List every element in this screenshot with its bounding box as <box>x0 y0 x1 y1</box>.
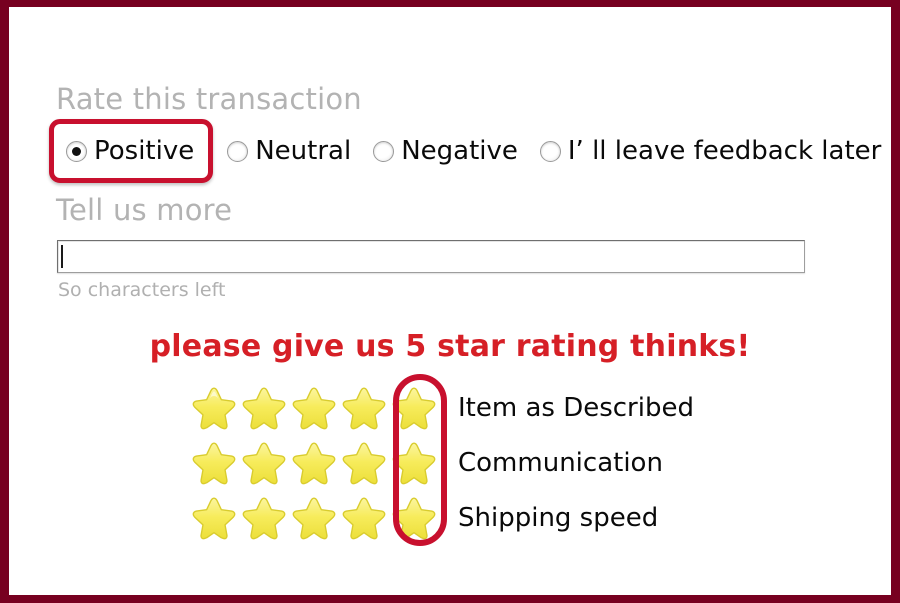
star-cells[interactable] <box>189 490 439 545</box>
radio-leave-feedback-later-icon[interactable] <box>539 140 561 162</box>
radio-option-positive[interactable]: Positive <box>66 128 194 174</box>
rating-radio-group[interactable]: Positive Neutral Negative I’ ll leave fe… <box>49 119 882 183</box>
star-cells[interactable] <box>189 435 439 490</box>
star-row-item-as-described[interactable]: Item as Described <box>189 380 694 435</box>
star-4[interactable] <box>339 435 389 490</box>
star-4[interactable] <box>339 380 389 435</box>
star-row-communication[interactable]: Communication <box>189 435 663 490</box>
star-ratings-group: Item as Described Communication Shipping… <box>189 374 729 546</box>
radio-negative-label: Negative <box>401 136 518 166</box>
radio-option-leave-feedback-later[interactable]: I’ ll leave feedback later <box>539 128 882 174</box>
feedback-text-input[interactable] <box>57 240 805 273</box>
rate-transaction-heading: Rate this transaction <box>56 82 362 116</box>
text-caret <box>61 245 63 268</box>
star-2[interactable] <box>239 380 289 435</box>
star-2[interactable] <box>239 490 289 545</box>
form-canvas: Rate this transaction Positive Neutral N… <box>9 7 891 595</box>
star-5[interactable] <box>389 490 439 545</box>
rating-label-item-as-described: Item as Described <box>458 392 694 423</box>
star-2[interactable] <box>239 435 289 490</box>
radio-leave-feedback-later-label: I’ ll leave feedback later <box>567 136 882 166</box>
radio-neutral-icon[interactable] <box>227 140 249 162</box>
positive-option-highlight: Positive <box>49 119 214 183</box>
radio-option-neutral[interactable]: Neutral <box>227 128 351 174</box>
star-5[interactable] <box>389 435 439 490</box>
radio-neutral-label: Neutral <box>255 136 352 166</box>
star-3[interactable] <box>289 435 339 490</box>
feedback-form-window: Rate this transaction Positive Neutral N… <box>0 0 900 603</box>
star-3[interactable] <box>289 380 339 435</box>
rating-label-shipping-speed: Shipping speed <box>458 502 659 533</box>
star-1[interactable] <box>189 380 239 435</box>
star-1[interactable] <box>189 490 239 545</box>
promo-message: please give us 5 star rating thinks! <box>149 329 751 364</box>
star-5[interactable] <box>389 380 439 435</box>
characters-left-counter: So characters left <box>58 279 226 301</box>
radio-negative-icon[interactable] <box>373 140 395 162</box>
star-row-shipping-speed[interactable]: Shipping speed <box>189 490 658 545</box>
rating-label-communication: Communication <box>458 447 663 478</box>
star-3[interactable] <box>289 490 339 545</box>
radio-positive-icon[interactable] <box>66 140 87 162</box>
star-1[interactable] <box>189 435 239 490</box>
star-cells[interactable] <box>189 380 439 435</box>
tell-us-more-heading: Tell us more <box>56 193 233 227</box>
star-4[interactable] <box>339 490 389 545</box>
radio-positive-label: Positive <box>94 136 195 166</box>
radio-option-negative[interactable]: Negative <box>373 128 518 174</box>
